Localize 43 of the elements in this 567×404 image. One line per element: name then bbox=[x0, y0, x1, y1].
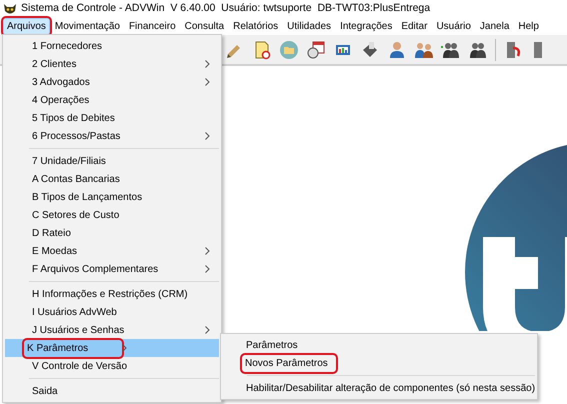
menu-item[interactable]: Help bbox=[514, 18, 543, 35]
menu-item[interactable]: Utilidades bbox=[283, 18, 336, 35]
menu-item[interactable]: E Moedas bbox=[5, 242, 219, 260]
menu-item[interactable]: Arquivos bbox=[3, 18, 50, 35]
chevron-icon bbox=[205, 60, 210, 68]
calendar-clock-icon[interactable] bbox=[306, 40, 326, 60]
menu-item[interactable]: 3 Advogados bbox=[5, 73, 219, 91]
menu-item[interactable]: 6 Processos/Pastas bbox=[5, 127, 219, 145]
menu-item[interactable]: 4 Operações bbox=[5, 91, 219, 109]
chevron-icon bbox=[205, 78, 210, 86]
menu-item[interactable]: Financeiro bbox=[124, 18, 180, 35]
menu-item[interactable]: Relatórios bbox=[229, 18, 282, 35]
menu-item[interactable]: Consulta bbox=[180, 18, 228, 35]
app-logo-icon bbox=[3, 3, 17, 15]
menu-item[interactable]: 2 Clientes bbox=[5, 55, 219, 73]
menu-item[interactable]: D Rateio bbox=[5, 224, 219, 242]
menu-item[interactable]: I Usuários AdvWeb bbox=[5, 303, 219, 321]
chevron-icon bbox=[122, 344, 128, 352]
chevron-icon bbox=[205, 326, 210, 334]
chevron-icon bbox=[205, 132, 210, 140]
menu-item[interactable]: A Contas Bancarias bbox=[5, 170, 219, 188]
menu-item[interactable]: Movimentação bbox=[50, 18, 124, 35]
chevron-icon bbox=[205, 247, 210, 255]
menu-item[interactable]: Integrações bbox=[336, 18, 396, 35]
window-title: Sistema de Controle - ADVWin V 6.40.00 Usuário: twtsuporte DB-TWT03:PlusEntrega bbox=[21, 1, 430, 16]
menu-item[interactable]: Editar bbox=[397, 18, 432, 35]
menu-item[interactable]: Janela bbox=[476, 18, 514, 35]
menu-item[interactable]: J Usuários e Senhas bbox=[5, 321, 219, 339]
menu-item[interactable]: C Setores de Custo bbox=[5, 206, 219, 224]
menu-item[interactable]: H Informações e Restrições (CRM) bbox=[5, 285, 219, 303]
menu-item[interactable]: Parâmetros bbox=[223, 336, 535, 354]
menu-item[interactable]: B Tipos de Lançamentos bbox=[5, 188, 219, 206]
menu-item[interactable]: 7 Unidade/Filiais bbox=[5, 152, 219, 170]
menu-item[interactable]: K Parâmetros bbox=[5, 339, 219, 357]
menu-item[interactable]: F Arquivos Complementares bbox=[5, 260, 219, 278]
menu-item[interactable]: Habilitar/Desabilitar alteração de componentes (só nesta sessão) bbox=[223, 379, 535, 397]
menu-item[interactable]: 5 Tipos de Debites bbox=[5, 109, 219, 127]
person-icon[interactable] bbox=[387, 40, 407, 60]
menu-item[interactable]: Saida bbox=[5, 382, 219, 400]
chevron-icon bbox=[205, 265, 210, 273]
menu-item[interactable]: Novos Parâmetros bbox=[223, 354, 535, 372]
menu-item[interactable]: V Controle de Versão bbox=[5, 357, 219, 375]
menu-item[interactable]: Usuário bbox=[432, 18, 475, 35]
